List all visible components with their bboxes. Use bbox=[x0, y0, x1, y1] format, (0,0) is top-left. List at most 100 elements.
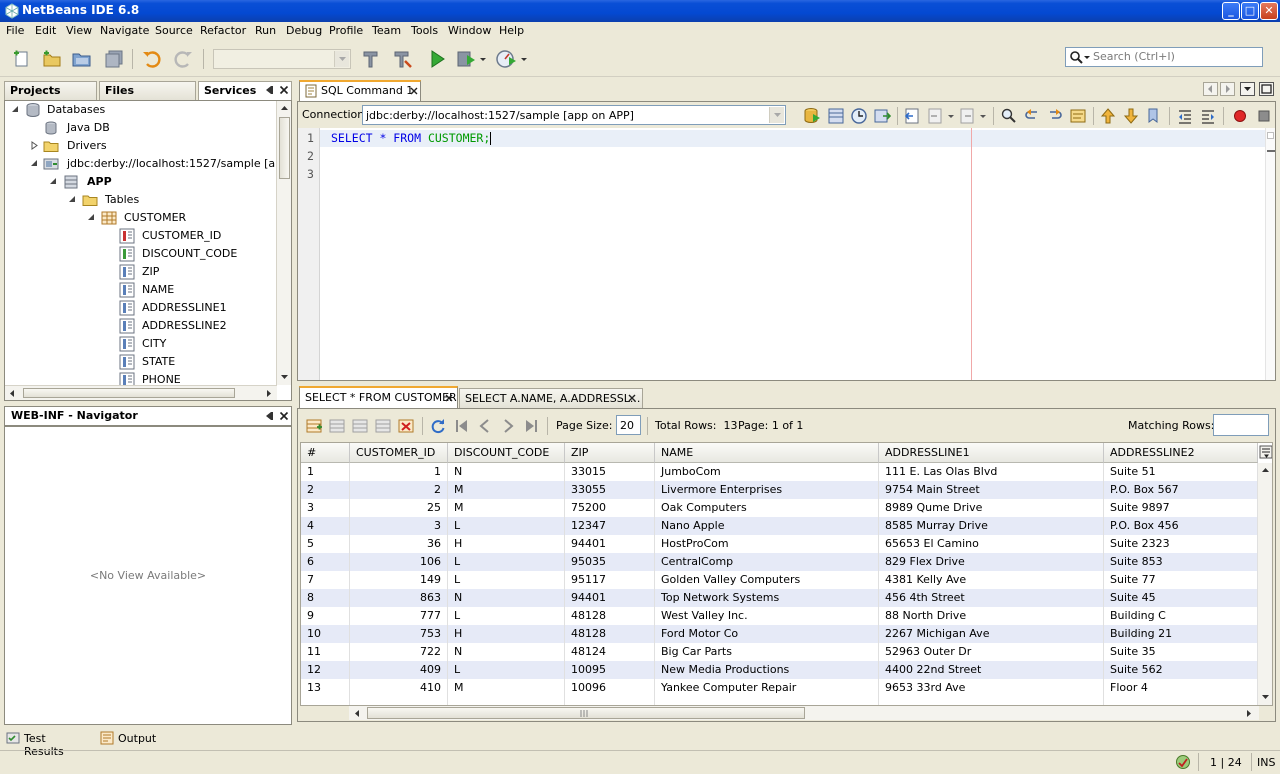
table-row[interactable]: 4 3 L 12347 Nano Apple 8585 Murray Drive P.O. … bbox=[301, 517, 1258, 535]
tree-javadb[interactable]: Java DB bbox=[5, 119, 285, 137]
table-cell[interactable]: L bbox=[448, 607, 565, 625]
scroll-up-icon[interactable] bbox=[1261, 466, 1270, 474]
table-row[interactable]: 6 106 L 95035 CentralComp 829 Flex Drive Suite… bbox=[301, 553, 1258, 571]
table-cell[interactable]: 10095 bbox=[565, 661, 655, 679]
table-cell[interactable]: Suite 77 bbox=[1104, 571, 1258, 589]
tree-column-addressline2[interactable]: ADDRESSLINE2 bbox=[5, 317, 275, 335]
close-panel-icon[interactable] bbox=[279, 85, 289, 95]
table-cell[interactable]: Oak Computers bbox=[655, 499, 879, 517]
expand-icon[interactable] bbox=[30, 141, 39, 150]
next-page-icon[interactable] bbox=[500, 418, 516, 434]
table-cell[interactable]: 3 bbox=[350, 517, 448, 535]
table-cell[interactable]: 36 bbox=[350, 535, 448, 553]
table-cell[interactable]: Yankee Computer Repair bbox=[655, 679, 879, 697]
table-cell[interactable]: 4400 22nd Street bbox=[879, 661, 1104, 679]
find-previous-icon[interactable] bbox=[1023, 107, 1041, 125]
commit-record-icon[interactable] bbox=[352, 418, 368, 434]
table-cell[interactable]: 106 bbox=[350, 553, 448, 571]
scroll-up-icon[interactable] bbox=[280, 104, 289, 112]
table-cell[interactable]: 1 bbox=[350, 463, 448, 481]
truncate-table-icon[interactable] bbox=[398, 418, 414, 434]
debug-dropdown-icon[interactable] bbox=[478, 49, 488, 69]
menu-debug[interactable]: Debug bbox=[286, 24, 322, 37]
minimize-panel-icon[interactable] bbox=[264, 411, 274, 421]
menu-run[interactable]: Run bbox=[255, 24, 276, 37]
column-header[interactable]: ZIP bbox=[565, 443, 655, 463]
tree-column-state[interactable]: STATE bbox=[5, 353, 275, 371]
tree-hscroll-thumb[interactable] bbox=[23, 388, 235, 398]
scroll-right-icon[interactable] bbox=[265, 389, 273, 398]
table-cell[interactable]: Big Car Parts bbox=[655, 643, 879, 661]
test-results-button[interactable]: Test Results bbox=[6, 730, 88, 758]
configuration-select[interactable] bbox=[213, 49, 351, 69]
table-cell[interactable]: 863 bbox=[350, 589, 448, 607]
matching-rows-input[interactable] bbox=[1213, 414, 1269, 436]
shift-left-icon[interactable] bbox=[1176, 107, 1194, 125]
table-cell[interactable]: 753 bbox=[350, 625, 448, 643]
row-number[interactable]: 11 bbox=[301, 643, 350, 661]
title-bar[interactable]: NetBeans IDE 6.8 _ □ ✕ bbox=[0, 0, 1280, 22]
table-cell[interactable]: 409 bbox=[350, 661, 448, 679]
table-row[interactable]: 11 722 N 48124 Big Car Parts 52963 Outer Dr Su… bbox=[301, 643, 1258, 661]
table-cell[interactable]: M bbox=[448, 481, 565, 499]
table-row[interactable]: 5 36 H 94401 HostProCom 65653 El Camino Suite … bbox=[301, 535, 1258, 553]
chevron-down-icon[interactable] bbox=[770, 107, 785, 123]
menu-edit[interactable]: Edit bbox=[35, 24, 56, 37]
tree-column-discount-code[interactable]: DISCOUNT_CODE bbox=[5, 245, 275, 263]
new-file-icon[interactable] bbox=[11, 49, 33, 69]
scroll-down-icon[interactable] bbox=[1261, 693, 1270, 701]
tab-services[interactable]: Services bbox=[198, 81, 292, 100]
maximize-window-icon[interactable] bbox=[1259, 82, 1274, 96]
table-cell[interactable]: 8585 Murray Drive bbox=[879, 517, 1104, 535]
tree-schema-app[interactable]: APP bbox=[5, 173, 285, 191]
close-panel-icon[interactable] bbox=[279, 411, 289, 421]
row-number[interactable]: 13 bbox=[301, 679, 350, 697]
table-cell[interactable]: Top Network Systems bbox=[655, 589, 879, 607]
menu-help[interactable]: Help bbox=[499, 24, 524, 37]
row-number[interactable]: 1 bbox=[301, 463, 350, 481]
back-dropdown-icon[interactable] bbox=[947, 107, 955, 125]
table-cell[interactable]: H bbox=[448, 535, 565, 553]
table-cell[interactable]: 95035 bbox=[565, 553, 655, 571]
table-cell[interactable]: 75200 bbox=[565, 499, 655, 517]
close-tab-icon[interactable] bbox=[445, 394, 453, 402]
table-cell[interactable]: 9754 Main Street bbox=[879, 481, 1104, 499]
show-opened-documents-icon[interactable] bbox=[1240, 82, 1255, 96]
table-cell[interactable]: 9653 33rd Ave bbox=[879, 679, 1104, 697]
grid-hscroll-thumb[interactable] bbox=[367, 707, 805, 719]
code-editor[interactable]: 1 2 3 SELECT * FROM CUSTOMER; bbox=[298, 128, 1275, 380]
column-header[interactable]: # bbox=[301, 443, 350, 463]
menu-profile[interactable]: Profile bbox=[329, 24, 363, 37]
tab-files[interactable]: Files bbox=[99, 81, 196, 100]
tab-projects[interactable]: Projects bbox=[4, 81, 97, 100]
connect-icon[interactable] bbox=[873, 107, 891, 125]
menu-refactor[interactable]: Refactor bbox=[200, 24, 246, 37]
table-cell[interactable]: West Valley Inc. bbox=[655, 607, 879, 625]
table-cell[interactable]: 25 bbox=[350, 499, 448, 517]
table-cell[interactable]: H bbox=[448, 625, 565, 643]
table-cell[interactable]: 48128 bbox=[565, 607, 655, 625]
sql-history-icon[interactable] bbox=[850, 107, 868, 125]
table-cell[interactable]: 456 4th Street bbox=[879, 589, 1104, 607]
row-number[interactable]: 12 bbox=[301, 661, 350, 679]
page-size-input[interactable]: 20 bbox=[616, 415, 641, 435]
table-cell[interactable]: 33015 bbox=[565, 463, 655, 481]
table-cell[interactable]: 52963 Outer Dr bbox=[879, 643, 1104, 661]
clean-build-icon[interactable] bbox=[391, 49, 413, 69]
table-cell[interactable]: 2 bbox=[350, 481, 448, 499]
table-cell[interactable]: 410 bbox=[350, 679, 448, 697]
redo-icon[interactable] bbox=[172, 49, 194, 69]
tab-sql-command-1[interactable]: SQL Command 1 bbox=[299, 80, 421, 101]
collapse-icon[interactable] bbox=[49, 177, 58, 186]
find-next-icon[interactable] bbox=[1046, 107, 1064, 125]
table-cell[interactable]: JumboCom bbox=[655, 463, 879, 481]
tree-drivers[interactable]: Drivers bbox=[5, 137, 285, 155]
toggle-bookmark-icon[interactable] bbox=[1145, 107, 1163, 125]
table-cell[interactable]: L bbox=[448, 517, 565, 535]
table-cell[interactable]: Floor 4 bbox=[1104, 679, 1258, 697]
table-cell[interactable]: Nano Apple bbox=[655, 517, 879, 535]
tree-scroll-thumb[interactable] bbox=[279, 117, 290, 179]
column-header[interactable]: NAME bbox=[655, 443, 879, 463]
scroll-right-icon[interactable] bbox=[1245, 709, 1253, 718]
table-cell[interactable]: 65653 El Camino bbox=[879, 535, 1104, 553]
